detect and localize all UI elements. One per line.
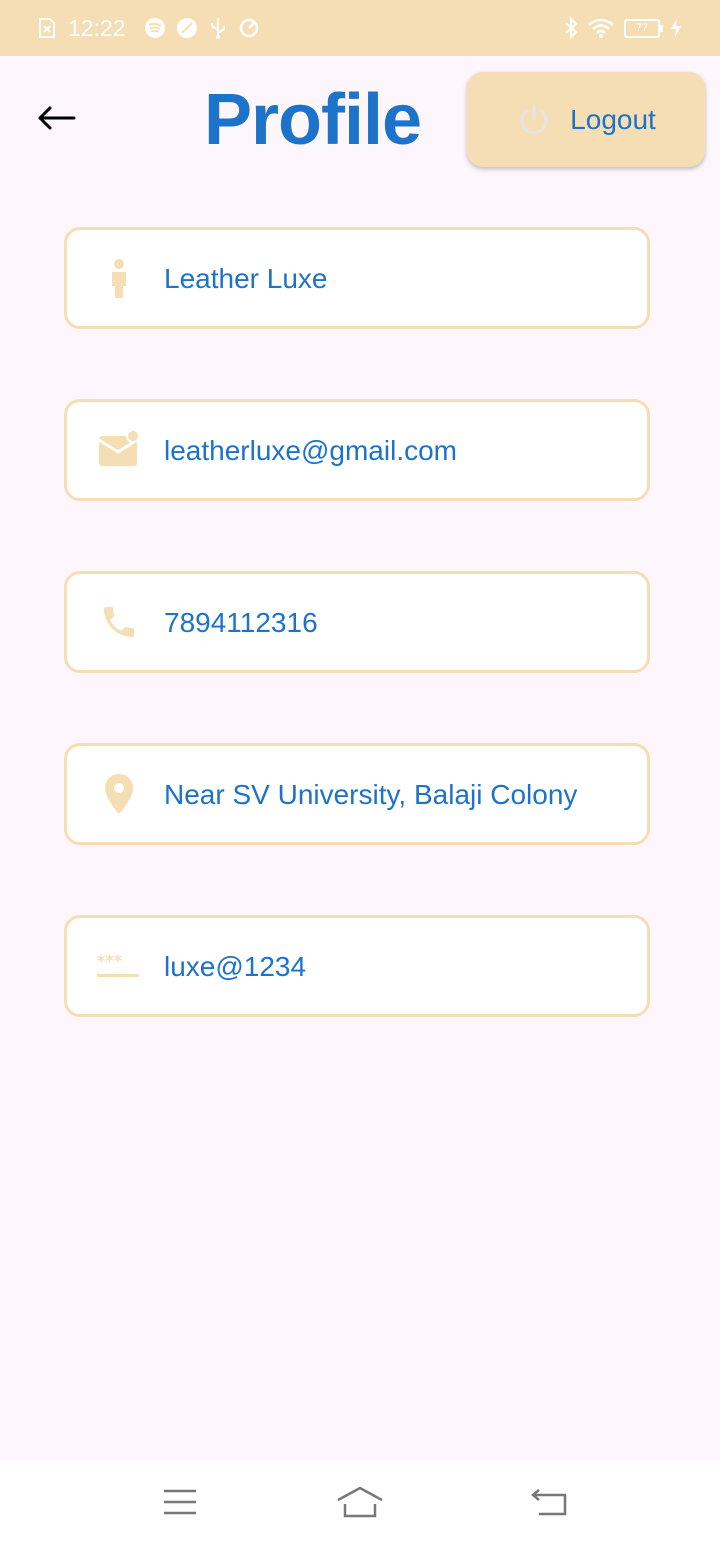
logout-button[interactable]: Logout <box>467 72 705 167</box>
system-nav-bar <box>0 1460 720 1544</box>
phone-icon <box>97 600 141 644</box>
logout-label: Logout <box>570 103 656 135</box>
battery-indicator: 77 <box>624 18 663 38</box>
arrow-left-icon <box>38 106 76 130</box>
phone-field[interactable]: 7894112316 <box>64 571 650 673</box>
phone-value: 7894112316 <box>164 607 318 638</box>
mail-icon <box>97 428 141 472</box>
address-value: Near SV University, Balaji Colony <box>164 779 578 810</box>
wifi-icon <box>588 18 614 38</box>
menu-icon <box>164 1489 196 1515</box>
password-icon: *** <box>97 944 141 988</box>
charging-icon <box>671 19 681 37</box>
home-icon <box>337 1486 383 1518</box>
password-field[interactable]: *** luxe@1234 <box>64 915 650 1017</box>
name-value: Leather Luxe <box>164 263 328 294</box>
return-icon <box>531 1489 567 1516</box>
menu-nav-button[interactable] <box>155 1480 205 1524</box>
location-pin-icon <box>97 772 141 816</box>
email-field[interactable]: leatherluxe@gmail.com <box>64 399 650 501</box>
sync-icon <box>239 18 258 38</box>
page-title: Profile <box>204 80 422 160</box>
name-field[interactable]: Leather Luxe <box>64 227 650 329</box>
email-value: leatherluxe@gmail.com <box>164 435 457 466</box>
status-time: 12:22 <box>68 14 126 41</box>
svg-text:***: *** <box>97 952 123 970</box>
back-button[interactable] <box>32 96 80 140</box>
back-nav-button[interactable] <box>524 1480 574 1524</box>
person-icon <box>97 256 141 300</box>
power-icon <box>520 104 548 134</box>
spotify-icon <box>144 18 165 38</box>
usb-icon <box>210 18 225 39</box>
leaf-icon <box>176 18 197 38</box>
bluetooth-icon <box>565 17 578 39</box>
address-field[interactable]: Near SV University, Balaji Colony <box>64 743 650 845</box>
status-bar: 12:22 77 <box>0 0 720 56</box>
home-nav-button[interactable] <box>335 1480 385 1524</box>
password-value: luxe@1234 <box>164 951 307 982</box>
sim-icon <box>39 18 55 38</box>
